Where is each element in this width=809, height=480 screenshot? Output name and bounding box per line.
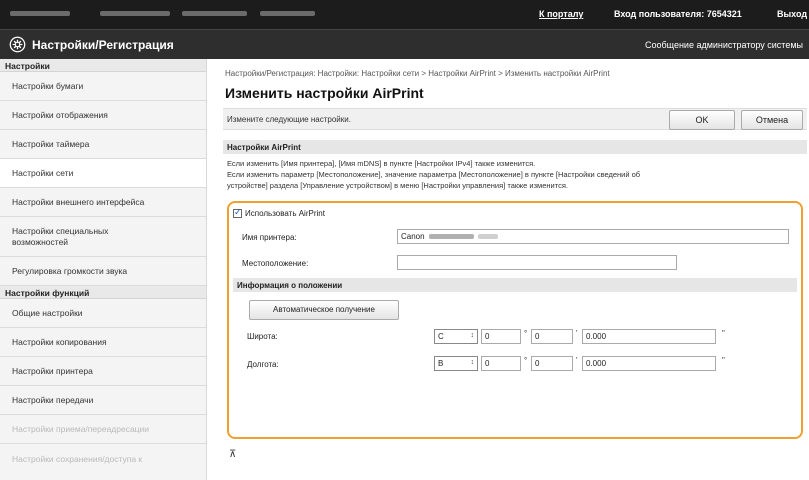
- printer-name-input[interactable]: Canon: [397, 229, 789, 244]
- sidebar-item-external-interface[interactable]: Настройки внешнего интерфейса: [0, 188, 206, 217]
- logout-link[interactable]: Выход: [777, 9, 807, 19]
- sidebar-item-display[interactable]: Настройки отображения: [0, 101, 206, 130]
- page-top-icon[interactable]: ⊼: [229, 449, 236, 460]
- page-title: Изменить настройки AirPrint: [225, 85, 424, 101]
- section-description: Если изменить [Имя принтера], [Имя mDNS]…: [227, 158, 797, 191]
- use-airprint-checkbox[interactable]: [233, 207, 242, 218]
- latitude-seconds-input[interactable]: 0.000: [582, 329, 716, 344]
- admin-message-link[interactable]: Сообщение администратору системы: [645, 40, 803, 50]
- spinner-arrow-icon: ↕: [470, 332, 475, 339]
- portal-link[interactable]: К порталу: [539, 9, 583, 19]
- longitude-direction-select[interactable]: В ↕: [434, 356, 478, 371]
- use-airprint-checkbox-row[interactable]: Использовать AirPrint: [233, 207, 325, 218]
- printer-name-value: Canon: [401, 232, 425, 241]
- instruction-bar: Измените следующие настройки. OK Отмена: [223, 108, 807, 130]
- second-symbol: ": [722, 356, 725, 365]
- sidebar: Настройки Настройки бумаги Настройки ото…: [0, 59, 207, 480]
- latitude-label: Широта:: [247, 332, 278, 341]
- sidebar-item-paper[interactable]: Настройки бумаги: [0, 72, 206, 101]
- degree-symbol: °: [524, 329, 528, 338]
- sidebar-item-printer[interactable]: Настройки принтера: [0, 357, 206, 386]
- sidebar-section-functions: Настройки функций: [0, 286, 206, 299]
- degree-symbol: °: [524, 356, 528, 365]
- spinner-arrow-icon: ↕: [470, 359, 475, 366]
- login-user-label: Вход пользователя: 7654321: [614, 9, 742, 19]
- instruction-text: Измените следующие настройки.: [227, 115, 351, 124]
- app-title: Настройки/Регистрация: [32, 38, 174, 52]
- longitude-degrees-input[interactable]: 0: [481, 356, 521, 371]
- breadcrumb: Настройки/Регистрация: Настройки: Настро…: [225, 69, 610, 78]
- latitude-minutes-input[interactable]: 0: [531, 329, 573, 344]
- sidebar-item-volume[interactable]: Регулировка громкости звука: [0, 257, 206, 286]
- section-heading-airprint: Настройки AirPrint: [223, 140, 807, 154]
- sidebar-section-settings: Настройки: [0, 59, 206, 72]
- gear-icon: [9, 36, 26, 53]
- longitude-direction-value: В: [438, 359, 444, 368]
- latitude-direction-select[interactable]: С ↕: [434, 329, 478, 344]
- longitude-minutes-input[interactable]: 0: [531, 356, 573, 371]
- sidebar-item-timer[interactable]: Настройки таймера: [0, 130, 206, 159]
- minute-symbol: ': [576, 329, 578, 338]
- sidebar-item-network[interactable]: Настройки сети: [0, 159, 206, 188]
- sidebar-item-common[interactable]: Общие настройки: [0, 299, 206, 328]
- position-info-heading: Информация о положении: [233, 278, 797, 292]
- minute-symbol: ': [576, 356, 578, 365]
- blurred-text: [182, 11, 247, 16]
- longitude-label: Долгота:: [247, 360, 279, 369]
- blurred-text: [477, 234, 498, 240]
- auto-get-button[interactable]: Автоматическое получение: [249, 300, 399, 320]
- blurred-text: [10, 11, 70, 16]
- sidebar-item-send[interactable]: Настройки передачи: [0, 386, 206, 415]
- latitude-direction-value: С: [438, 332, 444, 341]
- sidebar-item-receive[interactable]: Настройки приема/переадресации: [0, 415, 206, 444]
- location-label: Местоположение:: [242, 259, 309, 268]
- location-input[interactable]: [397, 255, 677, 270]
- printer-name-label: Имя принтера:: [242, 233, 297, 242]
- second-symbol: ": [722, 329, 725, 338]
- sidebar-item-accessibility[interactable]: Настройки специальных возможностей: [0, 217, 206, 257]
- blurred-text: [428, 234, 474, 240]
- description-line: Если изменить параметр [Местоположение],…: [227, 170, 641, 179]
- use-airprint-label: Использовать AirPrint: [245, 209, 325, 218]
- description-line: устройстве] раздела [Управление устройст…: [227, 181, 568, 190]
- sidebar-item-copy[interactable]: Настройки копирования: [0, 328, 206, 357]
- longitude-seconds-input[interactable]: 0.000: [582, 356, 716, 371]
- blurred-text: [100, 11, 170, 16]
- title-bar: Настройки/Регистрация Сообщение админист…: [0, 29, 809, 59]
- description-line: Если изменить [Имя принтера], [Имя mDNS]…: [227, 159, 536, 168]
- cancel-button[interactable]: Отмена: [741, 110, 803, 130]
- main-content: Настройки/Регистрация: Настройки: Настро…: [207, 59, 809, 480]
- sidebar-item-store-access[interactable]: Настройки сохранения/доступа к: [0, 444, 206, 473]
- latitude-degrees-input[interactable]: 0: [481, 329, 521, 344]
- blurred-text: [260, 11, 315, 16]
- ok-button[interactable]: OK: [669, 110, 735, 130]
- top-bar: К порталу Вход пользователя: 7654321 Вых…: [0, 0, 809, 29]
